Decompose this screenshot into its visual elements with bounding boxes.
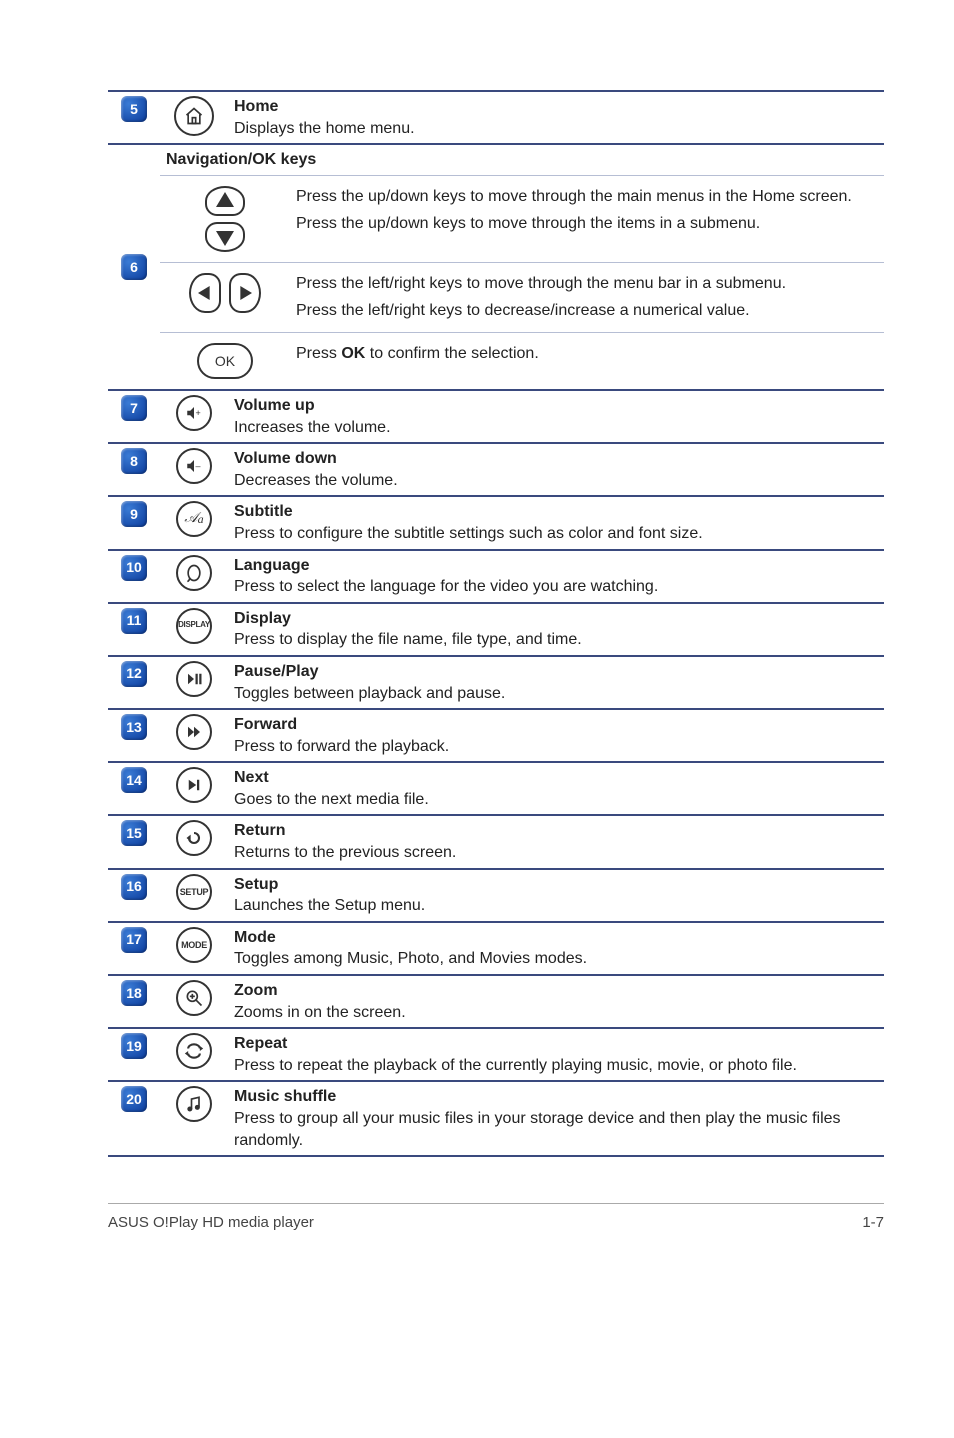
subtitle-desc: Press to configure the subtitle settings… xyxy=(234,523,878,545)
shuffle-desc: Press to group all your music files in y… xyxy=(234,1108,878,1151)
pauseplay-title: Pause/Play xyxy=(234,661,878,683)
music-shuffle-icon xyxy=(176,1086,212,1122)
zoom-icon xyxy=(176,980,212,1016)
volume-up-icon: + xyxy=(176,395,212,431)
language-title: Language xyxy=(234,555,878,577)
badge-7: 7 xyxy=(121,395,147,421)
setup-title: Setup xyxy=(234,874,878,896)
return-title: Return xyxy=(234,820,878,842)
navok-heading: Navigation/OK keys xyxy=(160,144,884,175)
display-desc: Press to display the file name, file typ… xyxy=(234,629,878,651)
home-desc: Displays the home menu. xyxy=(234,118,878,140)
badge-8: 8 xyxy=(121,448,147,474)
volume-up-title: Volume up xyxy=(234,395,878,417)
footer-left: ASUS O!Play HD media player xyxy=(108,1214,314,1231)
return-desc: Returns to the previous screen. xyxy=(234,842,878,864)
badge-10: 10 xyxy=(121,555,147,581)
subtitle-icon: 𝒜a xyxy=(176,501,212,537)
mode-title: Mode xyxy=(234,927,878,949)
display-icon: DISPLAY xyxy=(176,608,212,644)
badge-20: 20 xyxy=(121,1086,147,1112)
pause-play-icon xyxy=(176,661,212,697)
repeat-icon xyxy=(176,1033,212,1069)
badge-14: 14 xyxy=(121,767,147,793)
badge-6: 6 xyxy=(121,254,147,280)
mode-icon: MODE xyxy=(176,927,212,963)
leftright-desc-1: Press the left/right keys to move throug… xyxy=(296,273,878,295)
footer-right: 1-7 xyxy=(862,1214,884,1231)
setup-icon: SETUP xyxy=(176,874,212,910)
badge-11: 11 xyxy=(121,608,147,634)
mode-desc: Toggles among Music, Photo, and Movies m… xyxy=(234,948,878,970)
forward-desc: Press to forward the playback. xyxy=(234,736,878,758)
setup-desc: Launches the Setup menu. xyxy=(234,895,878,917)
volume-down-icon: – xyxy=(176,448,212,484)
down-arrow-icon xyxy=(205,222,245,252)
badge-5: 5 xyxy=(121,96,147,122)
svg-text:+: + xyxy=(196,408,201,418)
badge-19: 19 xyxy=(121,1033,147,1059)
ok-desc-post: to confirm the selection. xyxy=(365,345,538,362)
display-title: Display xyxy=(234,608,878,630)
left-arrow-icon xyxy=(189,273,221,313)
volume-up-desc: Increases the volume. xyxy=(234,417,878,439)
updown-desc-2: Press the up/down keys to move through t… xyxy=(296,213,878,235)
repeat-title: Repeat xyxy=(234,1033,878,1055)
ok-button-icon: OK xyxy=(197,343,253,379)
right-arrow-icon xyxy=(229,273,261,313)
volume-down-desc: Decreases the volume. xyxy=(234,470,878,492)
forward-icon xyxy=(176,714,212,750)
next-title: Next xyxy=(234,767,878,789)
pauseplay-desc: Toggles between playback and pause. xyxy=(234,683,878,705)
home-title: Home xyxy=(234,96,878,118)
repeat-desc: Press to repeat the playback of the curr… xyxy=(234,1055,878,1077)
forward-title: Forward xyxy=(234,714,878,736)
badge-16: 16 xyxy=(121,874,147,900)
badge-15: 15 xyxy=(121,820,147,846)
language-desc: Press to select the language for the vid… xyxy=(234,576,878,598)
updown-desc-1: Press the up/down keys to move through t… xyxy=(296,186,878,208)
subtitle-title: Subtitle xyxy=(234,501,878,523)
leftright-desc-2: Press the left/right keys to decrease/in… xyxy=(296,300,878,322)
badge-9: 9 xyxy=(121,501,147,527)
svg-text:–: – xyxy=(196,461,201,471)
zoom-title: Zoom xyxy=(234,980,878,1002)
language-icon xyxy=(176,555,212,591)
next-desc: Goes to the next media file. xyxy=(234,789,878,811)
badge-13: 13 xyxy=(121,714,147,740)
volume-down-title: Volume down xyxy=(234,448,878,470)
up-arrow-icon xyxy=(205,186,245,216)
shuffle-title: Music shuffle xyxy=(234,1086,878,1108)
badge-17: 17 xyxy=(121,927,147,953)
ok-desc-pre: Press xyxy=(296,345,341,362)
badge-18: 18 xyxy=(121,980,147,1006)
next-icon xyxy=(176,767,212,803)
return-icon xyxy=(176,820,212,856)
home-icon xyxy=(174,96,214,136)
zoom-desc: Zooms in on the screen. xyxy=(234,1002,878,1024)
badge-12: 12 xyxy=(121,661,147,687)
ok-desc-strong: OK xyxy=(341,345,365,362)
